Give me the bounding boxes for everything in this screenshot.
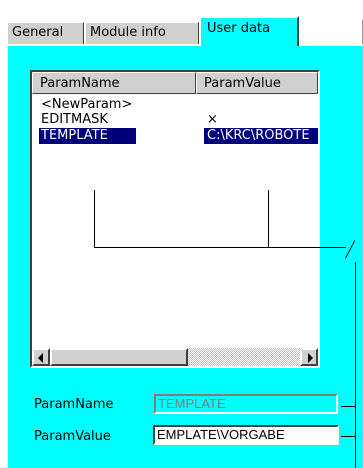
param-name-cell: EDITMASK: [41, 112, 108, 127]
tab-module-info[interactable]: Module info: [84, 21, 200, 45]
column-header-param-value[interactable]: ParamValue: [196, 72, 318, 94]
callout-line: [94, 190, 95, 248]
callout-line: [355, 262, 356, 468]
tab-strip: General Module info User data: [0, 0, 363, 46]
list-item[interactable]: EDITMASK ×: [32, 112, 318, 128]
tab-user-data[interactable]: User data: [199, 16, 299, 46]
arrow-left-icon: [38, 353, 43, 363]
arrow-right-icon: [308, 353, 313, 363]
scroll-left-button[interactable]: [32, 348, 50, 366]
param-name-cell: <NewParam>: [41, 97, 133, 112]
dialog-frame: General Module info User data ParamName …: [0, 0, 363, 468]
scroll-right-button[interactable]: [300, 348, 318, 366]
column-header-param-name[interactable]: ParamName: [32, 72, 196, 94]
param-name-cell: TEMPLATE: [39, 128, 136, 144]
param-value-field[interactable]: EMPLATE\VORGABE: [153, 425, 339, 445]
list-item[interactable]: <NewParam>: [32, 97, 318, 113]
param-value-label: ParamValue: [34, 429, 111, 444]
callout-line: [94, 247, 346, 248]
param-name-label: ParamName: [34, 397, 114, 412]
callout-line: [268, 190, 269, 248]
param-value-cell: C:\KRC\ROBOTE: [204, 128, 318, 144]
tab-strip-filler: [299, 20, 363, 45]
callout-line: [341, 406, 356, 407]
scrollbar-thumb[interactable]: [50, 348, 188, 366]
list-item-selected[interactable]: TEMPLATE C:\KRC\ROBOTE: [32, 128, 318, 144]
horizontal-scrollbar[interactable]: [32, 348, 318, 366]
param-name-field: TEMPLATE: [154, 394, 338, 414]
tab-general[interactable]: General: [6, 21, 85, 45]
param-value-cell: ×: [207, 112, 218, 127]
callout-line: [341, 436, 356, 437]
param-list-view[interactable]: ParamName ParamValue <NewParam> EDITMASK…: [30, 70, 320, 368]
scrollbar-track[interactable]: [188, 348, 300, 366]
